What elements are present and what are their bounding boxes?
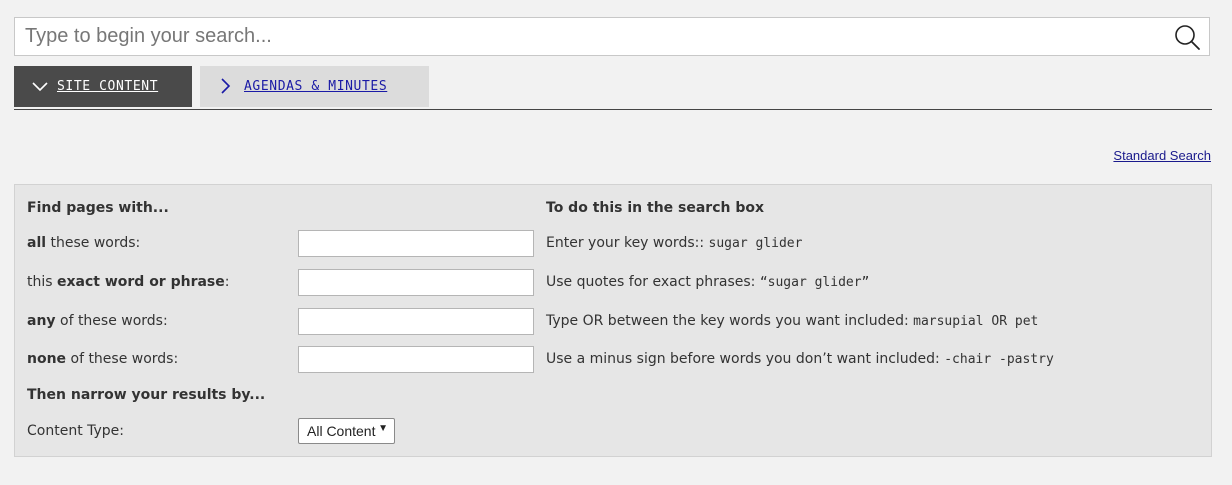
exact-phrase-help: Use quotes for exact phrases: “sugar gli… [546,274,870,290]
all-words-label: all these words: [27,235,141,251]
advanced-search-panel: Find pages with... To do this in the sea… [14,184,1212,457]
content-type-label: Content Type: [27,423,125,439]
any-words-help: Type OR between the key words you want i… [546,313,1039,329]
content-type-value: All Content [307,423,376,439]
chevron-down-icon [32,82,48,92]
tab-agendas-minutes-label[interactable]: AGENDAS & MINUTES [244,79,387,94]
find-pages-heading: Find pages with... [27,200,169,216]
exact-phrase-input[interactable] [298,269,534,296]
search-box-heading: To do this in the search box [546,200,765,216]
dropdown-arrow-icon: ▼ [378,423,388,434]
any-words-label: any of these words: [27,313,168,329]
content-type-select[interactable]: All Content ▼ [298,418,395,444]
all-words-input[interactable] [298,230,534,257]
tab-agendas-minutes[interactable]: AGENDAS & MINUTES [200,66,429,107]
none-words-input[interactable] [298,346,534,373]
search-icon[interactable] [1173,23,1201,51]
standard-search-link[interactable]: Standard Search [1113,148,1211,163]
narrow-results-heading: Then narrow your results by... [27,387,266,403]
any-words-input[interactable] [298,308,534,335]
search-tabs: SITE CONTENT AGENDAS & MINUTES [14,66,1212,110]
search-bar [14,17,1210,56]
tab-site-content[interactable]: SITE CONTENT [14,66,192,107]
none-words-label: none of these words: [27,351,179,367]
chevron-right-icon [221,78,231,94]
all-words-help: Enter your key words:: sugar glider [546,235,803,251]
exact-phrase-label: this exact word or phrase: [27,274,230,290]
none-words-help: Use a minus sign before words you don’t … [546,351,1054,367]
search-input[interactable] [15,18,1165,55]
tab-site-content-label[interactable]: SITE CONTENT [57,79,158,94]
